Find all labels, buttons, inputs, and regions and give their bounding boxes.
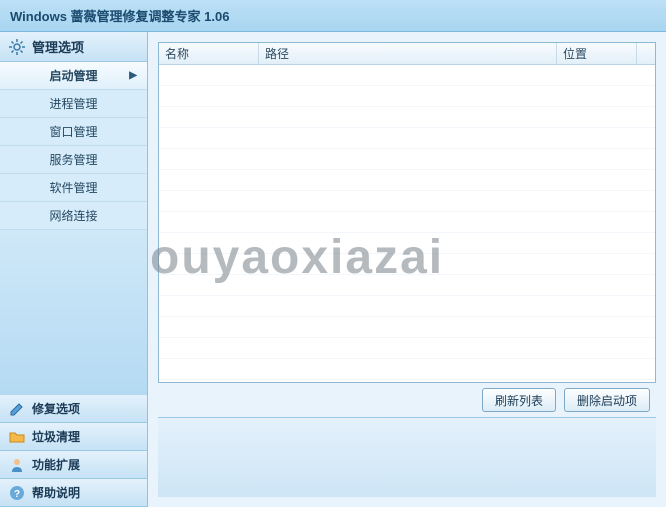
sidebar: 管理选项 启动管理 ▶ 进程管理 窗口管理 服务管理 软件管理 网络连接 bbox=[0, 32, 148, 507]
section-cleanup[interactable]: 垃圾清理 bbox=[0, 423, 147, 451]
section-manage[interactable]: 管理选项 bbox=[0, 32, 147, 62]
button-row: 刷新列表 删除启动项 bbox=[158, 383, 656, 417]
section-extend[interactable]: 功能扩展 bbox=[0, 451, 147, 479]
column-name[interactable]: 名称 bbox=[159, 43, 259, 64]
bottom-strip bbox=[158, 417, 656, 497]
sidebar-item-service[interactable]: 服务管理 bbox=[0, 146, 147, 174]
sidebar-spacer bbox=[0, 230, 147, 395]
section-cleanup-label: 垃圾清理 bbox=[32, 428, 80, 445]
startup-table: 名称 路径 位置 bbox=[158, 42, 656, 383]
gear-icon bbox=[8, 38, 26, 56]
sidebar-item-label: 进程管理 bbox=[49, 95, 97, 112]
svg-text:?: ? bbox=[14, 489, 20, 500]
sidebar-item-process[interactable]: 进程管理 bbox=[0, 90, 147, 118]
person-icon bbox=[8, 456, 26, 474]
pencil-icon bbox=[8, 400, 26, 418]
delete-startup-button[interactable]: 删除启动项 bbox=[564, 388, 650, 412]
chevron-right-icon: ▶ bbox=[129, 70, 137, 81]
section-repair[interactable]: 修复选项 bbox=[0, 395, 147, 423]
column-path[interactable]: 路径 bbox=[259, 43, 557, 64]
refresh-button[interactable]: 刷新列表 bbox=[482, 388, 556, 412]
help-icon: ? bbox=[8, 484, 26, 502]
sidebar-item-software[interactable]: 软件管理 bbox=[0, 174, 147, 202]
sidebar-bottom: 修复选项 垃圾清理 功能扩展 ? 帮助说明 bbox=[0, 395, 147, 507]
section-repair-label: 修复选项 bbox=[32, 400, 80, 417]
app-title: Windows 蔷薇管理修复调整专家 1.06 bbox=[10, 6, 229, 25]
section-help[interactable]: ? 帮助说明 bbox=[0, 479, 147, 507]
section-extend-label: 功能扩展 bbox=[32, 456, 80, 473]
sidebar-item-window[interactable]: 窗口管理 bbox=[0, 118, 147, 146]
section-manage-label: 管理选项 bbox=[32, 37, 84, 56]
table-header: 名称 路径 位置 bbox=[159, 43, 655, 65]
sidebar-item-label: 启动管理 bbox=[49, 67, 97, 84]
main-panel: 名称 路径 位置 刷新列表 删除启动项 bbox=[148, 32, 666, 507]
title-bar: Windows 蔷薇管理修复调整专家 1.06 bbox=[0, 0, 666, 32]
sidebar-item-startup[interactable]: 启动管理 ▶ bbox=[0, 62, 147, 90]
sidebar-item-label: 网络连接 bbox=[49, 207, 97, 224]
sidebar-item-label: 窗口管理 bbox=[49, 123, 97, 140]
column-location[interactable]: 位置 bbox=[557, 43, 637, 64]
sidebar-item-label: 服务管理 bbox=[49, 151, 97, 168]
sidebar-menu: 启动管理 ▶ 进程管理 窗口管理 服务管理 软件管理 网络连接 bbox=[0, 62, 147, 230]
sidebar-item-label: 软件管理 bbox=[49, 179, 97, 196]
folder-icon bbox=[8, 428, 26, 446]
table-body[interactable] bbox=[159, 65, 655, 382]
sidebar-item-network[interactable]: 网络连接 bbox=[0, 202, 147, 230]
section-help-label: 帮助说明 bbox=[32, 484, 80, 501]
column-end bbox=[637, 43, 655, 64]
